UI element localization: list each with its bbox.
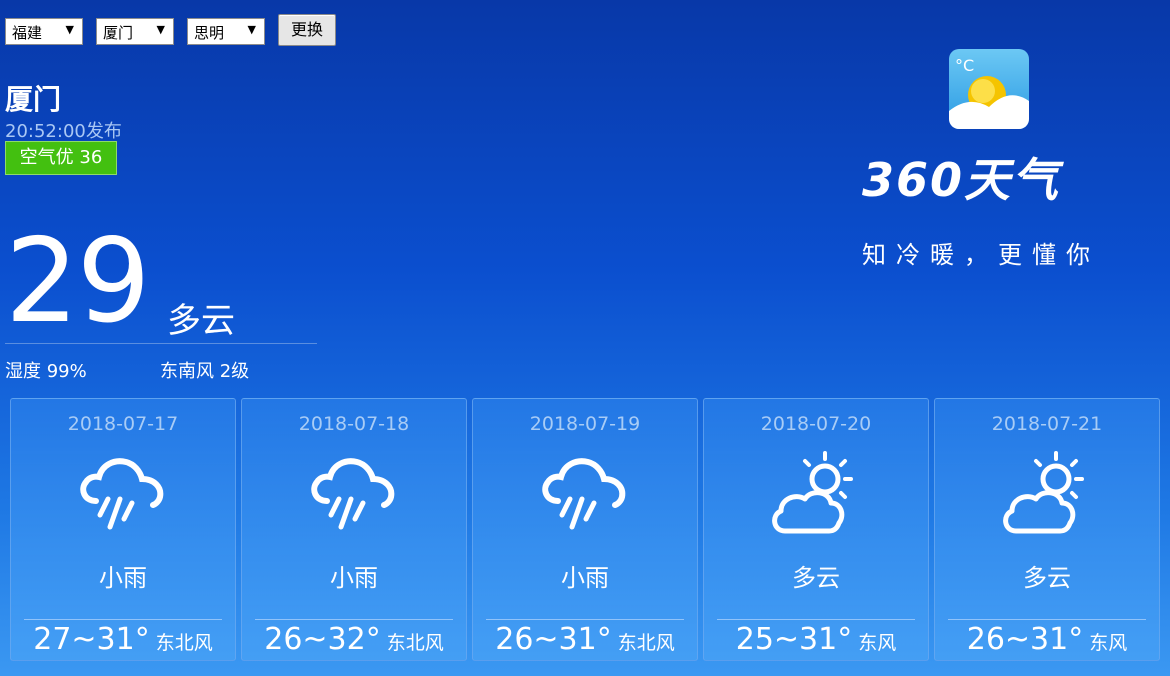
current-condition: 多云 xyxy=(167,301,235,341)
air-quality-badge: 空气优 36 xyxy=(5,141,117,175)
divider xyxy=(255,619,453,620)
forecast-condition: 小雨 xyxy=(99,564,147,592)
forecast-condition: 小雨 xyxy=(561,564,609,592)
forecast-wind: 东北风 xyxy=(155,632,213,654)
city-value: 厦门 xyxy=(103,23,134,42)
forecast-date: 2018-07-20 xyxy=(760,413,872,435)
rain-cloud-icon xyxy=(542,458,626,530)
location-selector: 福建 ▼ 厦门 ▼ 思明 ▼ 更换 xyxy=(5,14,337,46)
forecast-temp: 26~32° xyxy=(264,622,381,657)
forecast-card: 2018-07-20 多云 25~31° 东风 xyxy=(703,398,929,661)
rain-cloud-icon xyxy=(80,458,164,530)
forecast-condition: 小雨 xyxy=(330,564,378,592)
forecast-temp-wind: 26~31° 东风 xyxy=(935,622,1159,657)
brand-slogan: 知冷暖，更懂你 xyxy=(862,241,1100,269)
swap-button[interactable]: 更换 xyxy=(278,14,337,46)
forecast-card: 2018-07-19 小雨 26~31° 东北风 xyxy=(472,398,698,661)
province-value: 福建 xyxy=(12,23,43,42)
chevron-down-icon: ▼ xyxy=(156,22,165,36)
chevron-down-icon: ▼ xyxy=(247,22,256,36)
divider xyxy=(948,619,1146,620)
icon-degree-text: °C xyxy=(955,56,974,75)
forecast-date: 2018-07-19 xyxy=(529,413,641,435)
forecast-date: 2018-07-21 xyxy=(991,413,1103,435)
forecast-temp-wind: 25~31° 东风 xyxy=(704,622,928,657)
forecast-temp: 25~31° xyxy=(735,622,853,657)
humidity: 湿度 99% xyxy=(5,361,87,382)
weather-app-icon: °C xyxy=(949,49,1029,129)
forecast-temp-wind: 27~31° 东北风 xyxy=(11,622,235,657)
forecast-temp-wind: 26~31° 东北风 xyxy=(473,622,697,657)
forecast-card: 2018-07-18 小雨 26~32° 东北风 xyxy=(241,398,467,661)
chevron-down-icon: ▼ xyxy=(65,22,74,36)
forecast-temp: 26~31° xyxy=(495,622,612,657)
brand-logo: 360天气 xyxy=(862,153,1061,207)
forecast-wind: 东北风 xyxy=(617,632,675,654)
divider xyxy=(5,343,317,344)
forecast-temp: 27~31° xyxy=(33,622,150,657)
forecast-card: 2018-07-17 小雨 27~31° 东北风 xyxy=(10,398,236,661)
forecast-condition: 多云 xyxy=(1023,564,1071,592)
current-wind: 东南风 2级 xyxy=(160,361,250,382)
district-value: 思明 xyxy=(194,23,225,42)
forecast-condition: 多云 xyxy=(792,564,840,592)
current-temperature: 29 xyxy=(5,214,151,349)
city-name: 厦门 xyxy=(5,83,62,116)
forecast-date: 2018-07-18 xyxy=(298,413,410,435)
forecast-wind: 东北风 xyxy=(386,632,444,654)
divider xyxy=(486,619,684,620)
publish-time: 20:52:00发布 xyxy=(5,121,122,142)
province-select[interactable]: 福建 ▼ xyxy=(5,17,83,45)
district-select[interactable]: 思明 ▼ xyxy=(187,17,265,45)
forecast-card: 2018-07-21 多云 26~31° 东风 xyxy=(934,398,1160,661)
forecast-wind: 东风 xyxy=(858,632,897,654)
divider xyxy=(717,619,915,620)
sun-cloud-icon xyxy=(772,451,853,534)
sun-cloud-icon xyxy=(1003,451,1084,534)
rain-cloud-icon xyxy=(311,458,395,530)
divider xyxy=(24,619,222,620)
forecast-temp: 26~31° xyxy=(966,622,1084,657)
forecast-date: 2018-07-17 xyxy=(67,413,179,435)
forecast-temp-wind: 26~32° 东北风 xyxy=(242,622,466,657)
forecast-wind: 东风 xyxy=(1089,632,1128,654)
forecast-list: 2018-07-17 小雨 27~31° 东北风 2018-07-18 小雨 26… xyxy=(10,398,1160,661)
city-select[interactable]: 厦门 ▼ xyxy=(96,17,174,45)
